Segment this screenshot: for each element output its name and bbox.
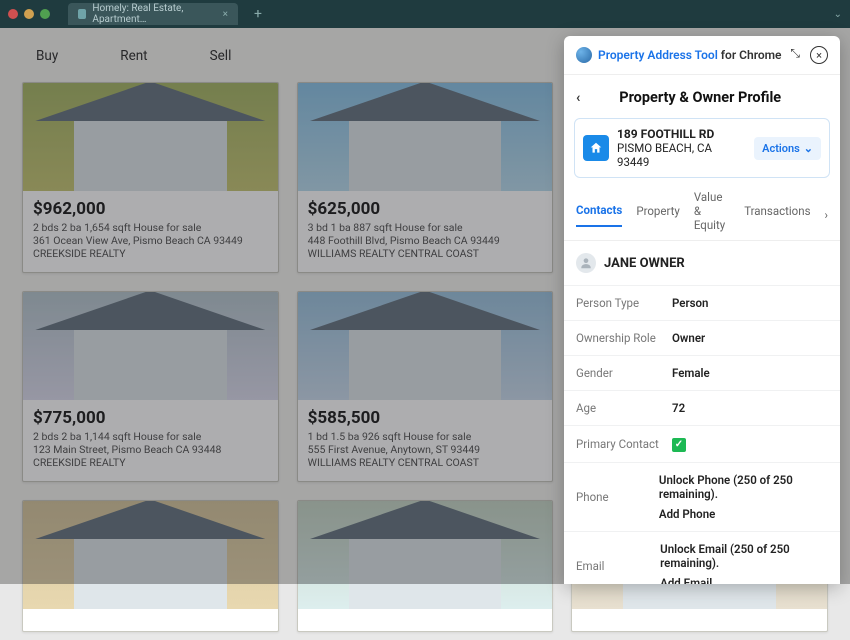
- row-primary-contact: Primary Contact ✓: [564, 425, 840, 462]
- row-person-type: Person Type Person: [564, 285, 840, 320]
- gender-label: Gender: [576, 366, 672, 380]
- check-icon: ✓: [672, 438, 686, 452]
- ownership-value: Owner: [672, 331, 705, 345]
- panel-tabs: Contacts Property Value & Equity Transac…: [564, 178, 840, 241]
- actions-button[interactable]: Actions ⌄: [754, 137, 821, 160]
- add-email-link[interactable]: Add Email: [660, 576, 828, 585]
- row-email: Email Unlock Email (250 of 250 remaining…: [564, 531, 840, 585]
- age-label: Age: [576, 401, 672, 415]
- new-tab-button[interactable]: +: [254, 6, 262, 22]
- row-phone: Phone Unlock Phone (250 of 250 remaining…: [564, 462, 840, 531]
- extension-title: Property Address Tool for Chrome: [598, 48, 782, 62]
- active-tab[interactable]: Homely: Real Estate, Apartment… ×: [68, 3, 238, 25]
- primary-contact-value: ✓: [672, 436, 686, 452]
- extension-header: Property Address Tool for Chrome ⤡ ×: [564, 36, 840, 75]
- unlock-email-link[interactable]: Unlock Email (250 of 250 remaining).: [660, 542, 828, 570]
- tabs-list-icon[interactable]: ⌄: [834, 9, 842, 20]
- gender-value: Female: [672, 366, 710, 380]
- email-label: Email: [576, 559, 660, 573]
- tab-close-icon[interactable]: ×: [223, 9, 228, 20]
- address-box: 189 FOOTHILL RD PISMO BEACH, CA 93449 Ac…: [574, 118, 830, 178]
- age-value: 72: [672, 401, 685, 415]
- tab-title: Homely: Real Estate, Apartment…: [92, 3, 216, 25]
- close-icon[interactable]: ×: [810, 46, 828, 64]
- owner-name: JANE OWNER: [604, 256, 685, 271]
- tab-value-equity[interactable]: Value & Equity: [694, 190, 730, 240]
- phone-label: Phone: [576, 490, 659, 504]
- extension-panel: Property Address Tool for Chrome ⤡ × ‹ P…: [564, 36, 840, 584]
- ownership-label: Ownership Role: [576, 331, 672, 345]
- extension-title-link[interactable]: Property Address Tool: [598, 48, 718, 62]
- actions-label: Actions: [762, 142, 800, 155]
- avatar-icon: [576, 253, 596, 273]
- person-type-value: Person: [672, 296, 708, 310]
- address-line1: 189 FOOTHILL RD: [617, 127, 714, 141]
- extension-title-suffix: for Chrome: [718, 48, 782, 62]
- panel-title-row: ‹ Property & Owner Profile: [564, 75, 840, 118]
- address-line2: PISMO BEACH, CA 93449: [617, 141, 712, 169]
- tab-favicon: [78, 9, 86, 19]
- row-ownership-role: Ownership Role Owner: [564, 320, 840, 355]
- collapse-icon[interactable]: ⤡: [790, 46, 800, 64]
- add-phone-link[interactable]: Add Phone: [659, 507, 828, 521]
- panel-title: Property & Owner Profile: [572, 89, 828, 106]
- tabs-scroll-right-icon[interactable]: ›: [825, 208, 828, 222]
- owner-row: JANE OWNER: [564, 241, 840, 285]
- house-icon: [583, 135, 609, 161]
- tab-property[interactable]: Property: [636, 204, 680, 226]
- row-age: Age 72: [564, 390, 840, 425]
- person-type-label: Person Type: [576, 296, 672, 310]
- browser-chrome: Homely: Real Estate, Apartment… × + ⌄: [0, 0, 850, 28]
- traffic-light-close[interactable]: [8, 9, 18, 19]
- primary-contact-label: Primary Contact: [576, 437, 672, 451]
- traffic-light-minimize[interactable]: [24, 9, 34, 19]
- tab-transactions[interactable]: Transactions: [744, 204, 810, 226]
- traffic-light-zoom[interactable]: [40, 9, 50, 19]
- extension-logo-icon: [576, 47, 592, 63]
- tab-contacts[interactable]: Contacts: [576, 203, 622, 227]
- chevron-down-icon: ⌄: [804, 142, 813, 155]
- row-gender: Gender Female: [564, 355, 840, 390]
- unlock-phone-link[interactable]: Unlock Phone (250 of 250 remaining).: [659, 473, 828, 501]
